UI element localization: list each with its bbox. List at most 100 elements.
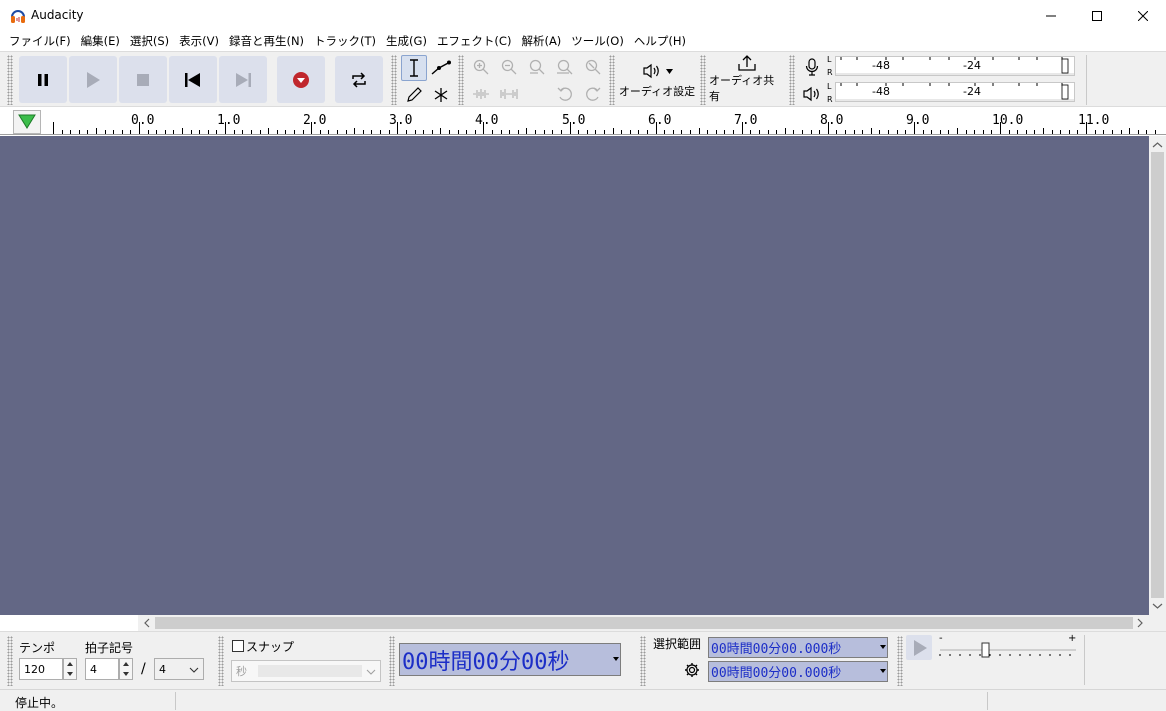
- toolbar-grip[interactable]: [218, 636, 224, 686]
- skip-to-start-button[interactable]: [169, 56, 217, 103]
- ruler-tick: [475, 130, 476, 134]
- toolbar-grip[interactable]: [700, 55, 706, 105]
- audio-setup-button[interactable]: オーディオ設定: [618, 54, 696, 104]
- chevron-up-icon[interactable]: [1149, 138, 1166, 152]
- text-cursor-icon: [410, 59, 418, 77]
- zoom-in-button[interactable]: [468, 54, 494, 80]
- selection-start-dropdown-icon[interactable]: [880, 645, 886, 649]
- menu-select[interactable]: 選択(S): [125, 33, 174, 49]
- zoom-out-button[interactable]: [496, 54, 522, 80]
- tempo-input[interactable]: 120: [19, 658, 63, 680]
- ruler-tick: [122, 130, 123, 134]
- time-display-dropdown-icon[interactable]: [613, 657, 619, 661]
- play-meter[interactable]: -48 -24: [835, 82, 1075, 102]
- loop-button[interactable]: [335, 56, 383, 103]
- time-signature-lower-value: 4: [159, 662, 166, 676]
- zoom-toggle-button[interactable]: [580, 54, 606, 80]
- toolbar-grip[interactable]: [789, 55, 795, 105]
- gear-icon[interactable]: [684, 662, 700, 678]
- vertical-scrollbar[interactable]: [1149, 136, 1166, 615]
- draw-tool-button[interactable]: [401, 82, 427, 108]
- chevron-down-icon[interactable]: [1149, 599, 1166, 613]
- timeline-options-button[interactable]: [13, 110, 41, 134]
- playback-speed-slider[interactable]: [938, 642, 1078, 658]
- play-meter-button[interactable]: [799, 81, 825, 107]
- stepper-down-icon[interactable]: [67, 672, 73, 676]
- menu-view[interactable]: 表示(V): [174, 33, 224, 49]
- play-icon: [914, 640, 927, 656]
- maximize-button[interactable]: [1074, 0, 1120, 31]
- close-button[interactable]: [1120, 0, 1166, 31]
- ruler-tick: [957, 128, 958, 134]
- toolbar-grip[interactable]: [7, 55, 13, 105]
- ruler-tick: [1077, 130, 1078, 134]
- undo-button[interactable]: [552, 81, 578, 107]
- selection-end-dropdown-icon[interactable]: [880, 669, 886, 673]
- menu-generate[interactable]: 生成(G): [381, 33, 432, 49]
- record-meter[interactable]: -48 -24: [835, 56, 1075, 76]
- envelope-tool-button[interactable]: [428, 55, 454, 81]
- timeline-ruler[interactable]: 0.0 1.0 2.0 3.0 4.0 5.0 6.0 7.0 8.0 9.0 10.0 11.0: [0, 108, 1166, 135]
- menu-tracks[interactable]: トラック(T): [309, 33, 381, 49]
- stepper-up-icon[interactable]: [123, 662, 129, 666]
- multi-tool-button[interactable]: [428, 82, 454, 108]
- toolbar-grip[interactable]: [389, 636, 395, 686]
- ruler-tick: [879, 130, 880, 134]
- selection-tool-button[interactable]: [401, 55, 427, 81]
- selection-start-time[interactable]: 00時間00分00.000秒: [708, 637, 888, 658]
- snap-checkbox[interactable]: [232, 640, 244, 652]
- stepper-down-icon[interactable]: [123, 672, 129, 676]
- track-panel[interactable]: [0, 136, 1149, 615]
- time-signature-stepper[interactable]: [119, 658, 133, 680]
- fit-project-button[interactable]: [552, 54, 578, 80]
- ruler-tick: [165, 130, 166, 134]
- menu-analyze[interactable]: 解析(A): [516, 33, 566, 49]
- share-audio-button[interactable]: オーディオ共有: [709, 54, 785, 104]
- menu-help[interactable]: ヘルプ(H): [629, 33, 691, 49]
- fit-selection-button[interactable]: [524, 54, 550, 80]
- menu-edit[interactable]: 編集(E): [76, 33, 125, 49]
- menu-file[interactable]: ファイル(F): [4, 33, 76, 49]
- minimize-button[interactable]: [1028, 0, 1074, 31]
- record-meter-button[interactable]: [799, 54, 825, 80]
- menu-effect[interactable]: エフェクト(C): [432, 33, 517, 49]
- selection-end-time[interactable]: 00時間00分00.000秒: [708, 661, 888, 682]
- toolbar-separator: [1084, 635, 1085, 685]
- skip-to-end-button[interactable]: [219, 56, 267, 103]
- toolbar-grip[interactable]: [7, 636, 13, 686]
- play-at-speed-button[interactable]: [906, 635, 932, 660]
- meter-play-l: L: [827, 82, 832, 91]
- chevron-left-icon[interactable]: [140, 615, 154, 631]
- stepper-up-icon[interactable]: [67, 662, 73, 666]
- ruler-tick: [862, 130, 863, 134]
- play-button[interactable]: [69, 56, 117, 103]
- silence-audio-button[interactable]: [496, 81, 522, 107]
- time-signature-lower-select[interactable]: 4: [154, 658, 204, 680]
- time-signature-upper-input[interactable]: 4: [85, 658, 119, 680]
- toolbar-grip[interactable]: [458, 55, 464, 105]
- menu-tools[interactable]: ツール(O): [566, 33, 629, 49]
- ruler-tick: [923, 130, 924, 134]
- menu-transport[interactable]: 録音と再生(N): [224, 33, 309, 49]
- snap-unit-select[interactable]: 秒: [231, 660, 381, 682]
- ruler-tick: [1009, 130, 1010, 134]
- tempo-stepper[interactable]: [63, 658, 77, 680]
- toolbar-grip[interactable]: [640, 636, 646, 686]
- ruler-tick: [595, 130, 596, 134]
- vertical-scroll-thumb[interactable]: [1151, 152, 1164, 598]
- toolbar-grip[interactable]: [897, 636, 903, 686]
- redo-button[interactable]: [580, 81, 606, 107]
- ruler-tick: [535, 130, 536, 134]
- pause-button[interactable]: [19, 56, 67, 103]
- toolbar-grip[interactable]: [609, 55, 615, 105]
- stop-button[interactable]: [119, 56, 167, 103]
- ruler-tick: [948, 130, 949, 134]
- horizontal-scroll-thumb[interactable]: [155, 617, 1133, 629]
- time-display[interactable]: 00時間00分00秒: [399, 643, 621, 676]
- chevron-right-icon[interactable]: [1133, 615, 1147, 631]
- trim-audio-button[interactable]: [468, 81, 494, 107]
- play-meter-48: -48: [872, 85, 890, 98]
- record-button[interactable]: [277, 56, 325, 103]
- microphone-icon: [805, 58, 819, 76]
- toolbar-grip[interactable]: [391, 55, 397, 105]
